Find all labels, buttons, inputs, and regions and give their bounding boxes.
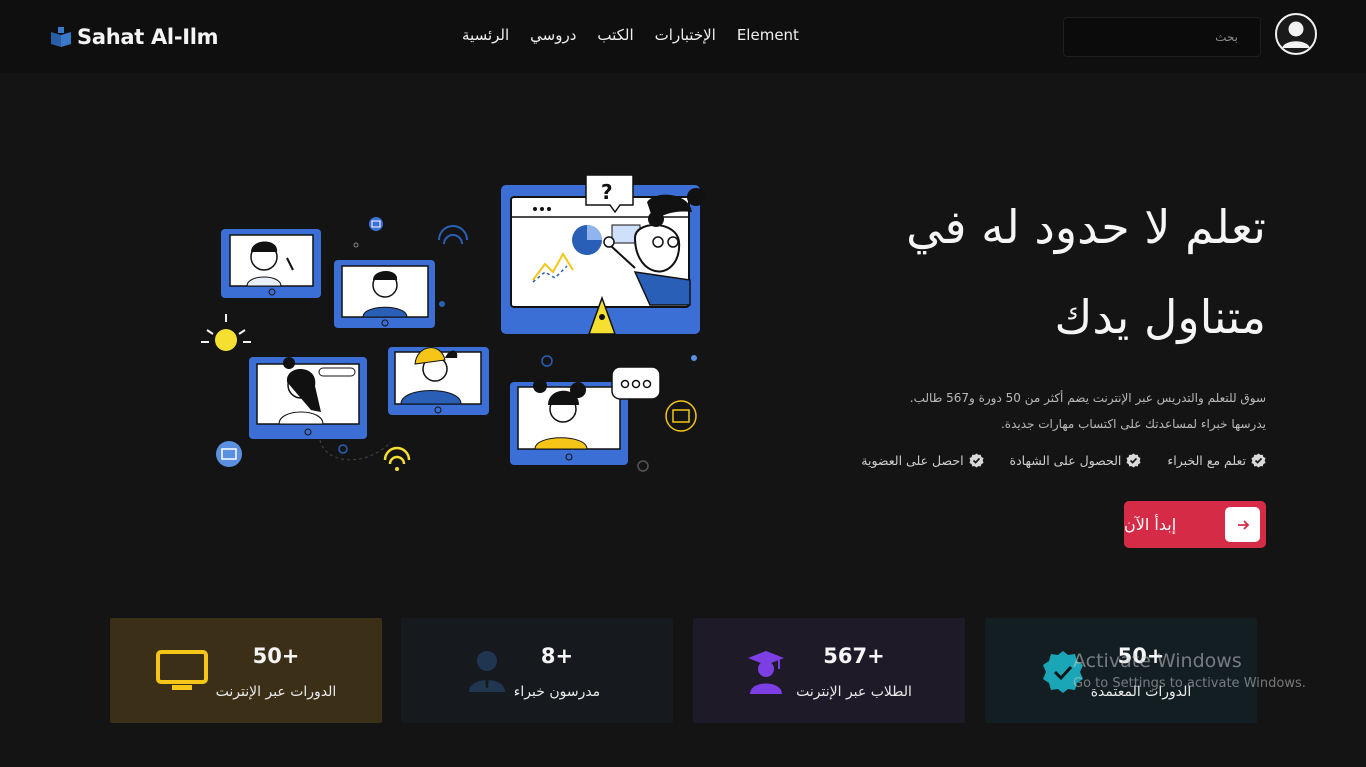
stat-card-online-courses: 50+ الدورات عبر الإنترنت [110, 618, 382, 723]
book-logo-icon [51, 27, 71, 47]
feature-label: الحصول على الشهادة [1009, 453, 1122, 468]
stat-card-instructors: 8+ مدرسون خبراء [401, 618, 673, 723]
nav-item-element[interactable]: Element [737, 26, 799, 50]
feature-item-membership: احصل على العضوية [861, 453, 984, 468]
start-now-label: إبدأ الآن [1124, 515, 1177, 534]
user-avatar[interactable] [1275, 13, 1317, 55]
stat-value: 8+ [540, 644, 574, 668]
nav-item-my-lessons[interactable]: دروسي [530, 26, 576, 50]
stat-label: الطلاب عبر الإنترنت [796, 684, 912, 700]
feature-item-certificate: الحصول على الشهادة [1010, 453, 1142, 468]
start-now-button[interactable]: إبدأ الآن [1124, 501, 1266, 548]
hero-desc-line1: سوق للتعلم والتدريس عبر الإنترنت يضم أكث… [909, 391, 1266, 405]
search-box [1063, 17, 1261, 57]
stat-value: 567+ [823, 644, 885, 668]
check-badge-icon [969, 453, 984, 468]
svg-text:?: ? [601, 180, 613, 204]
feature-label: احصل على العضوية [861, 453, 964, 468]
site-header: Sahat Al-Ilm الرئسية دروسي الكتب الإختبا… [0, 0, 1366, 73]
stat-card-certified-courses: 50+ الدورات المعتمدة [985, 618, 1257, 723]
nav-item-tests[interactable]: الإختبارات [655, 26, 716, 50]
stat-label: مدرسون خبراء [513, 684, 601, 700]
check-badge-icon [1126, 453, 1141, 468]
site-logo[interactable]: Sahat Al-Ilm [49, 22, 219, 52]
nav-item-books[interactable]: الكتب [597, 26, 633, 50]
stat-card-students: 567+ الطلاب عبر الإنترنت [693, 618, 965, 723]
nav-item-home[interactable]: الرئسية [462, 26, 509, 50]
hero-description: سوق للتعلم والتدريس عبر الإنترنت يضم أكث… [826, 385, 1266, 437]
stat-label: الدورات المعتمدة [1090, 684, 1192, 700]
online-learning-illustration: ? [201, 174, 705, 472]
feature-label: تعلم مع الخبراء [1167, 453, 1246, 468]
stat-value: 50+ [1117, 644, 1165, 668]
main-nav: الرئسية دروسي الكتب الإختبارات Element [462, 26, 799, 50]
arrow-right-icon [1225, 507, 1260, 542]
hero-desc-line2: يدرسها خبراء لمساعدتك على اكتساب مهارات … [1000, 417, 1266, 431]
hero-title-line1: تعلم لا حدود له في [906, 200, 1266, 254]
search-input[interactable] [1086, 30, 1238, 44]
user-icon [1281, 21, 1310, 48]
stat-label: الدورات عبر الإنترنت [215, 684, 337, 700]
check-badge-icon [1251, 453, 1266, 468]
hero-title: تعلم لا حدود له في متناول يدك [786, 182, 1266, 362]
logo-text: Sahat Al-Ilm [77, 25, 219, 49]
hero-title-line2: متناول يدك [1054, 290, 1266, 344]
feature-list: تعلم مع الخبراء الحصول على الشهادة احصل … [861, 453, 1266, 468]
stat-value: 50+ [252, 644, 300, 668]
feature-item-experts: تعلم مع الخبراء [1167, 453, 1266, 468]
